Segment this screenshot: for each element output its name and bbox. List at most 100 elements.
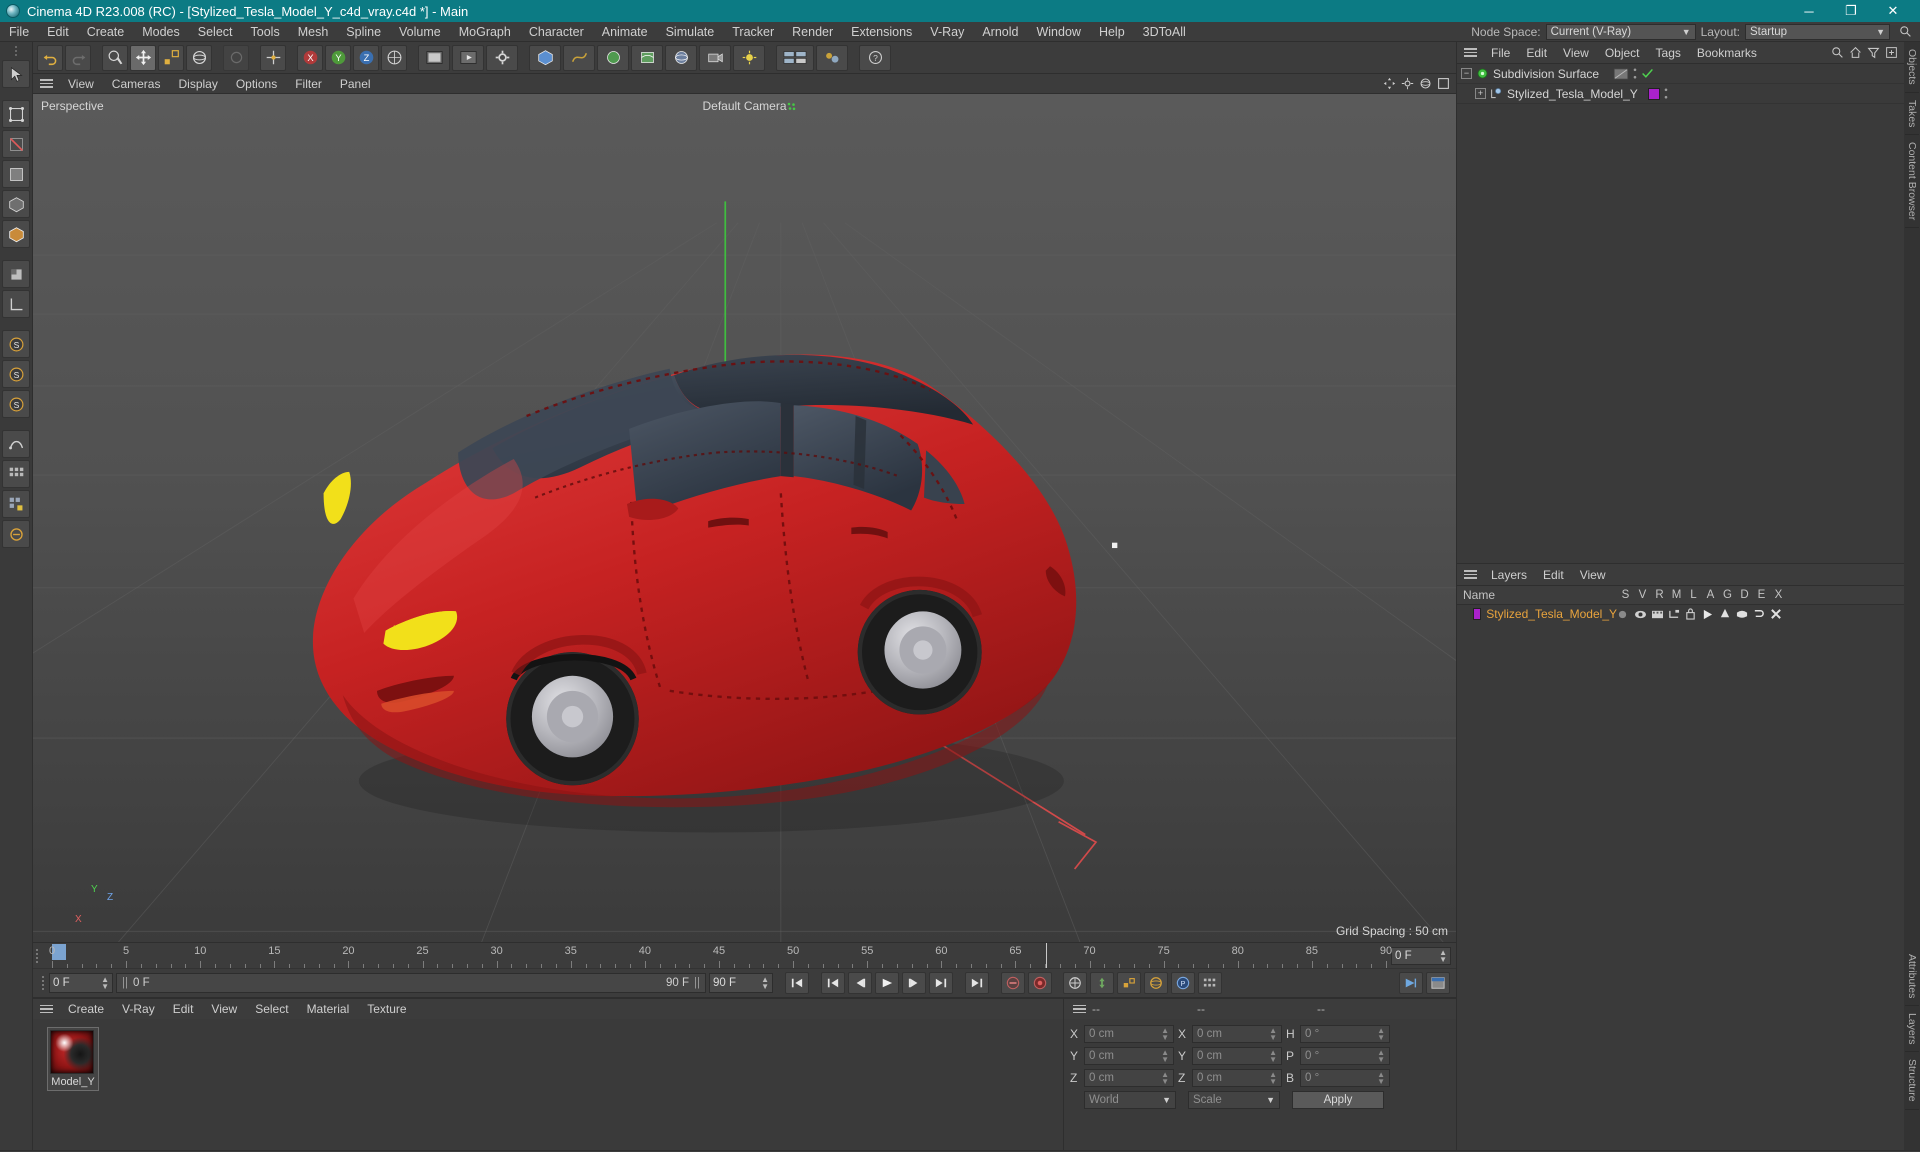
point-level-animation-button[interactable]: P — [1171, 972, 1195, 994]
timeline-current-frame-field[interactable]: 0 F ▲ ▼ — [1391, 946, 1451, 965]
tool-dynamic-place-icon[interactable] — [2, 520, 30, 548]
tool-edges-mode-icon[interactable] — [2, 130, 30, 158]
menu-item-edit[interactable]: Edit — [38, 22, 78, 42]
tool-snap-icon[interactable] — [2, 430, 30, 458]
size-z-field[interactable]: 0 cm ▲ ▼ — [1192, 1069, 1282, 1087]
tab-content-browser[interactable]: Content Browser — [1905, 135, 1919, 229]
lock-x-axis-button[interactable]: X — [297, 44, 323, 71]
stepper-icon[interactable]: ▲ ▼ — [1161, 1049, 1169, 1064]
tool-undo-redo-icon[interactable] — [2, 44, 30, 58]
stepper-icon[interactable]: ▲ ▼ — [761, 976, 769, 991]
tool-object-mode-icon[interactable] — [2, 220, 30, 248]
enabled-check-icon[interactable] — [1641, 67, 1654, 80]
menu-item-select[interactable]: Select — [189, 22, 242, 42]
tab-structure[interactable]: Structure — [1905, 1052, 1919, 1110]
menu-item-arnold[interactable]: Arnold — [973, 22, 1027, 42]
menu-item-vray[interactable]: V-Ray — [921, 22, 973, 42]
key-rotation-button[interactable] — [1090, 972, 1114, 994]
layer-generators-toggle[interactable] — [1719, 608, 1736, 620]
material-menu-create[interactable]: Create — [59, 999, 113, 1019]
layer-column-g[interactable]: G — [1719, 589, 1736, 601]
apply-button[interactable]: Apply — [1292, 1091, 1384, 1109]
object-menu-bookmarks[interactable]: Bookmarks — [1689, 42, 1765, 64]
menu-item-character[interactable]: Character — [520, 22, 593, 42]
object-row-subdivision-surface[interactable]: − Subdivision Surface — [1457, 64, 1904, 84]
layer-lock-toggle[interactable] — [1685, 608, 1702, 620]
stepper-icon[interactable]: ▲ ▼ — [1161, 1027, 1169, 1042]
size-y-field[interactable]: 0 cm ▲ ▼ — [1192, 1047, 1282, 1065]
menu-item-tracker[interactable]: Tracker — [723, 22, 783, 42]
position-y-field[interactable]: 0 cm ▲ ▼ — [1084, 1047, 1174, 1065]
go-to-end-button[interactable] — [965, 972, 989, 994]
menu-item-animate[interactable]: Animate — [593, 22, 657, 42]
render-settings-button[interactable] — [486, 44, 518, 71]
render-view-button[interactable] — [418, 44, 450, 71]
rotation-p-field[interactable]: 0 ° ▲ ▼ — [1300, 1047, 1390, 1065]
layer-manager-burger-icon[interactable] — [1464, 570, 1478, 579]
object-manager-burger-icon[interactable] — [1464, 48, 1478, 57]
expand-collapse-icon[interactable]: − — [1461, 68, 1472, 79]
go-to-next-key-button[interactable] — [929, 972, 953, 994]
layer-visible-toggle[interactable] — [1634, 609, 1651, 620]
material-list[interactable]: Model_Y — [33, 1019, 1063, 1150]
viewport-menu-view[interactable]: View — [59, 74, 103, 94]
layer-color-tag[interactable] — [1647, 87, 1660, 100]
transport-drag-handle[interactable] — [39, 976, 46, 990]
transform-mode-dropdown[interactable]: Scale ▼ — [1188, 1091, 1280, 1109]
object-menu-view[interactable]: View — [1555, 42, 1597, 64]
stepper-icon[interactable]: ▲ ▼ — [1269, 1027, 1277, 1042]
end-frame-field[interactable]: 90 F ▲ ▼ — [709, 973, 773, 993]
layer-column-s[interactable]: S — [1617, 589, 1634, 601]
layer-color-swatch[interactable] — [1473, 608, 1482, 620]
render-to-picture-viewer-button[interactable] — [452, 44, 484, 71]
menu-item-render[interactable]: Render — [783, 22, 842, 42]
maximize-button[interactable]: ❐ — [1830, 0, 1872, 22]
undo-button[interactable] — [37, 44, 63, 71]
material-menu-view[interactable]: View — [202, 999, 246, 1019]
go-to-start-button[interactable] — [785, 972, 809, 994]
autokeying-button[interactable] — [1028, 972, 1052, 994]
tool-polygons-mode-icon[interactable] — [2, 160, 30, 188]
go-to-previous-key-button[interactable] — [821, 972, 845, 994]
viewport-menu-options[interactable]: Options — [227, 74, 286, 94]
rotate-view-icon[interactable] — [1419, 77, 1432, 90]
tab-layers[interactable]: Layers — [1905, 1006, 1919, 1053]
menu-item-simulate[interactable]: Simulate — [657, 22, 724, 42]
material-menu-material[interactable]: Material — [298, 999, 359, 1019]
search-icon[interactable] — [1895, 25, 1916, 38]
add-spline-button[interactable] — [563, 44, 595, 71]
layer-column-a[interactable]: A — [1702, 589, 1719, 601]
stepper-icon[interactable]: ▲ ▼ — [1269, 1071, 1277, 1086]
layer-row[interactable]: Stylized_Tesla_Model_Y — [1457, 605, 1904, 623]
live-selection-button[interactable] — [102, 44, 128, 71]
maximize-view-icon[interactable] — [1437, 77, 1450, 90]
layer-render-toggle[interactable] — [1651, 609, 1668, 620]
stepper-icon[interactable]: ▲ ▼ — [1439, 948, 1447, 963]
object-row-stylized-tesla-model-y[interactable]: + Stylized_Tesla_Model_Y — [1457, 84, 1904, 104]
layout-views-button[interactable] — [776, 44, 814, 71]
add-environment-button[interactable] — [665, 44, 697, 71]
key-position-button[interactable] — [1063, 972, 1087, 994]
size-x-field[interactable]: 0 cm ▲ ▼ — [1192, 1025, 1282, 1043]
coordinates-menu-burger-icon[interactable] — [1073, 1004, 1087, 1014]
move-tool-button[interactable] — [130, 44, 156, 71]
material-menu-burger-icon[interactable] — [40, 1004, 54, 1014]
menu-item-modes[interactable]: Modes — [133, 22, 189, 42]
search-icon[interactable] — [1831, 46, 1844, 59]
content-browser-button[interactable] — [816, 44, 848, 71]
viewport-menu-display[interactable]: Display — [169, 74, 226, 94]
menu-item-spline[interactable]: Spline — [337, 22, 390, 42]
tool-enable-axis-icon[interactable]: S — [2, 330, 30, 358]
layer-deformers-toggle[interactable] — [1736, 608, 1753, 620]
layer-manager-toggle[interactable] — [1668, 609, 1685, 620]
tab-takes[interactable]: Takes — [1905, 93, 1919, 136]
close-button[interactable]: ✕ — [1872, 0, 1914, 22]
menu-item-mograph[interactable]: MoGraph — [450, 22, 520, 42]
simulation-play-button[interactable] — [1399, 972, 1423, 994]
lock-z-axis-button[interactable]: Z — [353, 44, 379, 71]
world-object-axis-button[interactable] — [260, 44, 286, 71]
tool-live-selection-icon[interactable] — [2, 60, 30, 88]
world-coordinate-button[interactable] — [381, 44, 407, 71]
rotation-b-field[interactable]: 0 ° ▲ ▼ — [1300, 1069, 1390, 1087]
tab-attributes[interactable]: Attributes — [1905, 947, 1919, 1006]
